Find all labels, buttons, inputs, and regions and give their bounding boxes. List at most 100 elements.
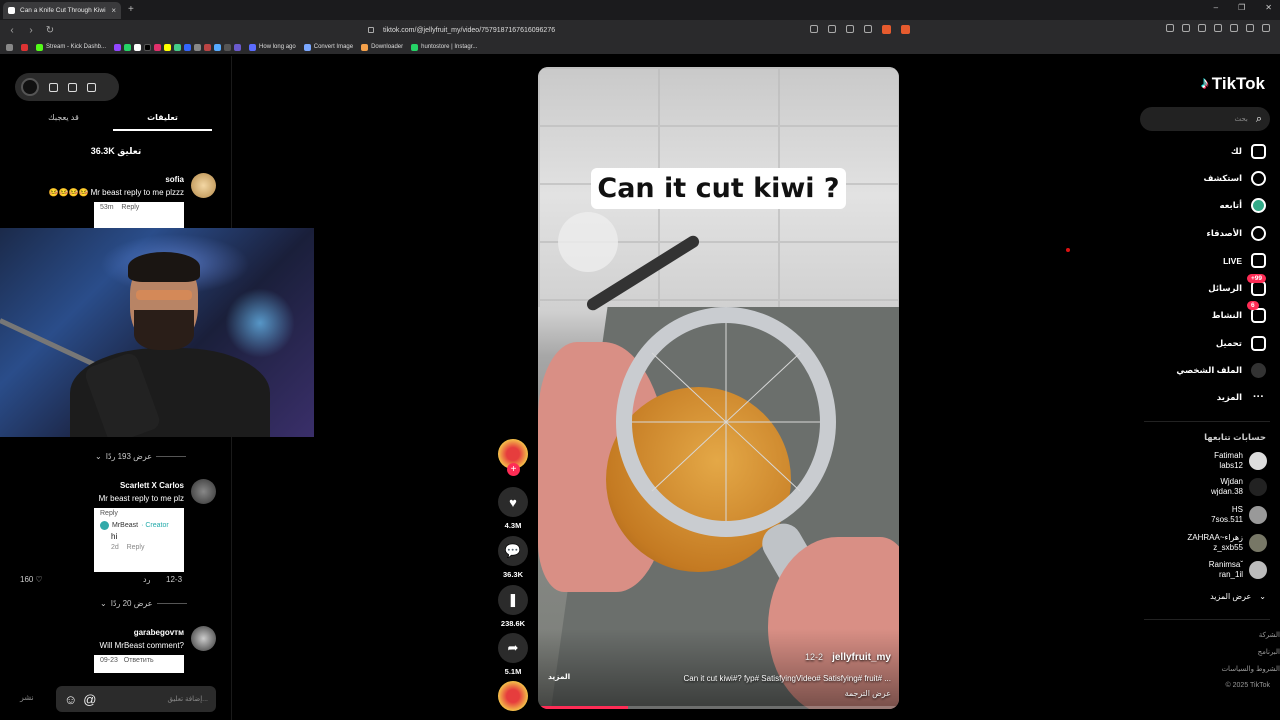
search-input[interactable]: بحث ⌕ [1140,107,1270,131]
creator-reply-name[interactable]: MrBeast [112,522,138,529]
view-replies-button[interactable]: ⌄ عرض 20 ردًا [100,599,187,608]
share-icon[interactable] [864,25,872,33]
bookmark-how-long-ago[interactable]: How long ago [249,43,296,51]
reply-link[interactable]: رد [143,575,150,584]
nav-more[interactable]: المزيد ··· [1217,391,1266,403]
comment-author[interactable]: Scarlett X Carlos [120,481,184,490]
video-player[interactable]: Can it cut kiwi ? jellyfruit_my 12-2 Can… [538,67,899,709]
following-account[interactable]: ZAHRAA~زهراء z_sxb55 [1187,533,1267,553]
nav-messages[interactable]: الرسائل +99 [1208,274,1267,296]
bookmark-icon[interactable]: ❚ [498,585,528,615]
avatar[interactable] [191,479,216,504]
nav-activity[interactable]: النشاط 6 [1212,301,1266,323]
messages-icon: +99 [1247,274,1267,296]
nav-for-you[interactable]: لك [1231,144,1266,159]
download-icon[interactable] [49,82,58,92]
brave-rewards-icon[interactable] [901,25,910,34]
comment-input[interactable]: ☺ @ إضافة تعليق... [56,686,216,712]
creator-reply-text: hi [111,532,118,541]
vpn-icon[interactable] [1246,24,1254,32]
reply-button[interactable]: Ответить [124,657,154,664]
video-progress-bar[interactable] [538,706,899,709]
like-action[interactable]: ♥ 4.3M [498,487,528,530]
show-more-button[interactable]: عرض المزيد ⌄ [1210,592,1266,601]
following-account[interactable]: Wjdan wjdan.38 [1211,477,1267,497]
new-tab-button[interactable]: + [128,4,134,15]
avatar[interactable] [191,626,216,651]
leo-icon[interactable] [1230,24,1238,32]
wallet-icon[interactable] [1214,24,1222,32]
bookmark-downloader[interactable]: Downloader [361,43,403,51]
share-action[interactable]: ➦ 5.1M [498,633,528,676]
nav-following[interactable]: أتابعه [1220,198,1266,213]
brave-shield-icon[interactable] [882,25,891,34]
footer-company[interactable]: الشركة [1259,631,1280,639]
sidebar-icon[interactable] [1198,24,1206,32]
nav-live[interactable]: LIVE [1223,253,1266,268]
video-author[interactable]: jellyfruit_my [832,652,891,663]
see-translation-link[interactable]: عرض الترجمة [845,689,891,698]
reload-icon[interactable]: ↻ [43,25,57,36]
creator-avatar[interactable] [21,78,39,96]
post-button[interactable]: نشر [20,693,34,702]
reply-button[interactable]: Reply [127,544,145,551]
creator-follow[interactable]: + [498,439,528,479]
compass-icon[interactable] [87,82,96,92]
following-account[interactable]: HS 7sos.511 [1211,505,1267,525]
close-tab-icon[interactable]: × [111,6,116,15]
following-account[interactable]: Ranimsaˇ ran_1il [1209,560,1267,580]
browser-tab[interactable]: Can a Knife Cut Through Kiwi × [3,2,121,19]
toolbar-icons [1166,24,1270,32]
bookmark-kick-small[interactable] [21,43,28,51]
comment-author[interactable]: garabegovтм [134,628,184,637]
sound-disc[interactable] [498,681,528,711]
bookmark-huntostore[interactable]: huntostore | Instagr... [411,43,477,51]
nav-profile[interactable]: الملف الشخصي [1176,363,1266,378]
footer-program[interactable]: البرنامج [1258,648,1280,656]
comment-likes[interactable]: 160 ♡ [20,575,43,584]
nav-explore[interactable]: استكشف [1204,171,1266,186]
translate-icon[interactable] [810,25,818,33]
reply-button[interactable]: Reply [121,204,139,211]
tiktok-logo[interactable]: ♪ TikTok [1201,74,1265,94]
phone-icon[interactable] [68,82,77,92]
search-icon[interactable]: ⌕ [1256,113,1262,126]
footer-terms[interactable]: الشروط والسياسات [1221,665,1280,673]
back-icon[interactable]: ‹ [5,25,19,36]
more-link[interactable]: المزيد [548,672,570,681]
apps-icon[interactable] [6,43,13,51]
close-window-icon[interactable]: ✕ [1265,3,1272,12]
save-action[interactable]: ❚ 238.6K [498,585,528,628]
music-disc-icon[interactable] [498,681,528,711]
zoom-icon[interactable] [846,25,854,33]
bookmark-icon[interactable] [368,27,374,33]
reply-thread-popup: Reply MrBeast · Creator hi 2d Reply [94,508,184,572]
nav-friends[interactable]: الأصدقاء [1207,226,1266,241]
tab-comments[interactable]: تعليقات [113,111,212,131]
emoji-icon[interactable]: ☺ [64,692,77,707]
mention-icon[interactable]: @ [83,692,96,707]
tab-for-you[interactable]: قد يعجبك [14,111,113,131]
share-arrow-icon[interactable]: ➦ [498,633,528,663]
view-replies-button[interactable]: ⌄ عرض 193 ردًا [95,452,187,461]
creator-reply-avatar[interactable] [100,521,109,530]
media-icon[interactable] [1182,24,1190,32]
nav-upload[interactable]: تحميل [1216,336,1266,351]
cast-icon[interactable] [828,25,836,33]
bookmark-convert-image[interactable]: Convert Image [303,43,353,51]
avatar[interactable] [191,173,216,198]
restore-icon[interactable]: ❐ [1238,3,1245,12]
minimize-icon[interactable]: – [1214,3,1218,12]
forward-icon[interactable]: › [24,25,38,36]
comment-author[interactable]: sofia [165,175,184,184]
comment-action[interactable]: 💬 36.3K [498,536,528,579]
comment-icon[interactable]: 💬 [498,536,528,566]
heart-icon[interactable]: ♥ [498,487,528,517]
reply-button[interactable]: Reply [94,508,184,519]
follow-plus-icon[interactable]: + [507,463,520,476]
extension-icon[interactable] [1166,24,1174,32]
bookmark-kick-dashboard[interactable]: Stream - Kick Dashb... [36,43,106,51]
menu-icon[interactable] [1262,24,1270,32]
following-account[interactable]: Fatimah labs12 [1214,451,1267,471]
bookmark-icon-row[interactable] [114,43,242,51]
